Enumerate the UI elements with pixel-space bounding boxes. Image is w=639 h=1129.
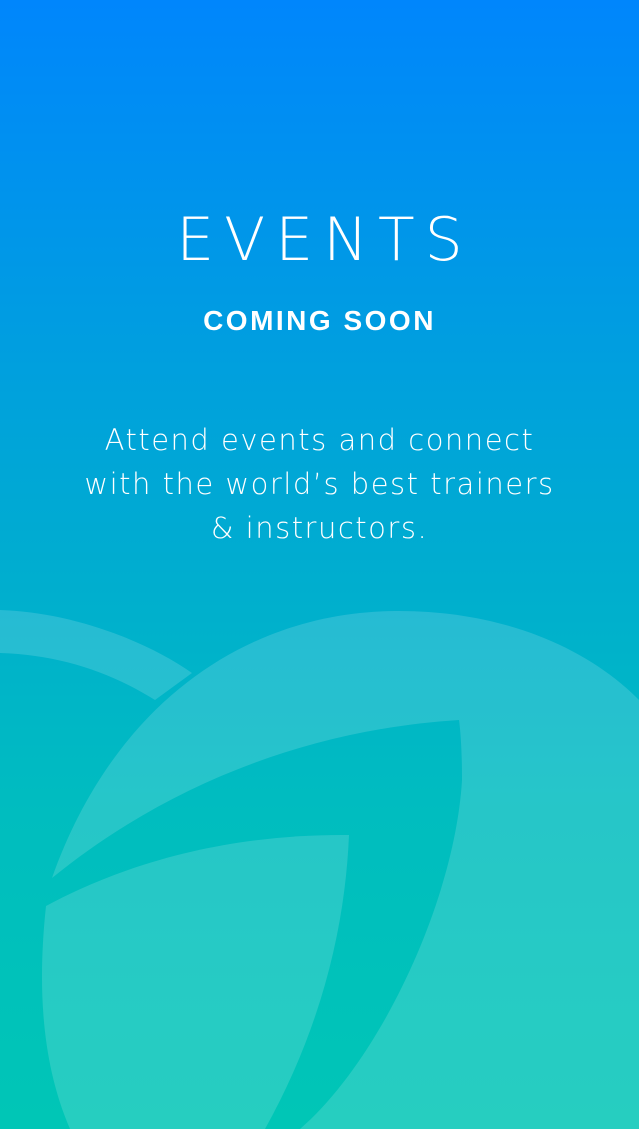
events-screen: EVENTS COMING SOON Attend events and con… — [0, 0, 639, 1129]
events-title: EVENTS — [176, 205, 473, 275]
coming-soon-label: COMING SOON — [203, 305, 436, 336]
events-description: Attend events and connect with the world… — [84, 423, 555, 545]
leaf-logo-icon — [0, 610, 639, 1129]
